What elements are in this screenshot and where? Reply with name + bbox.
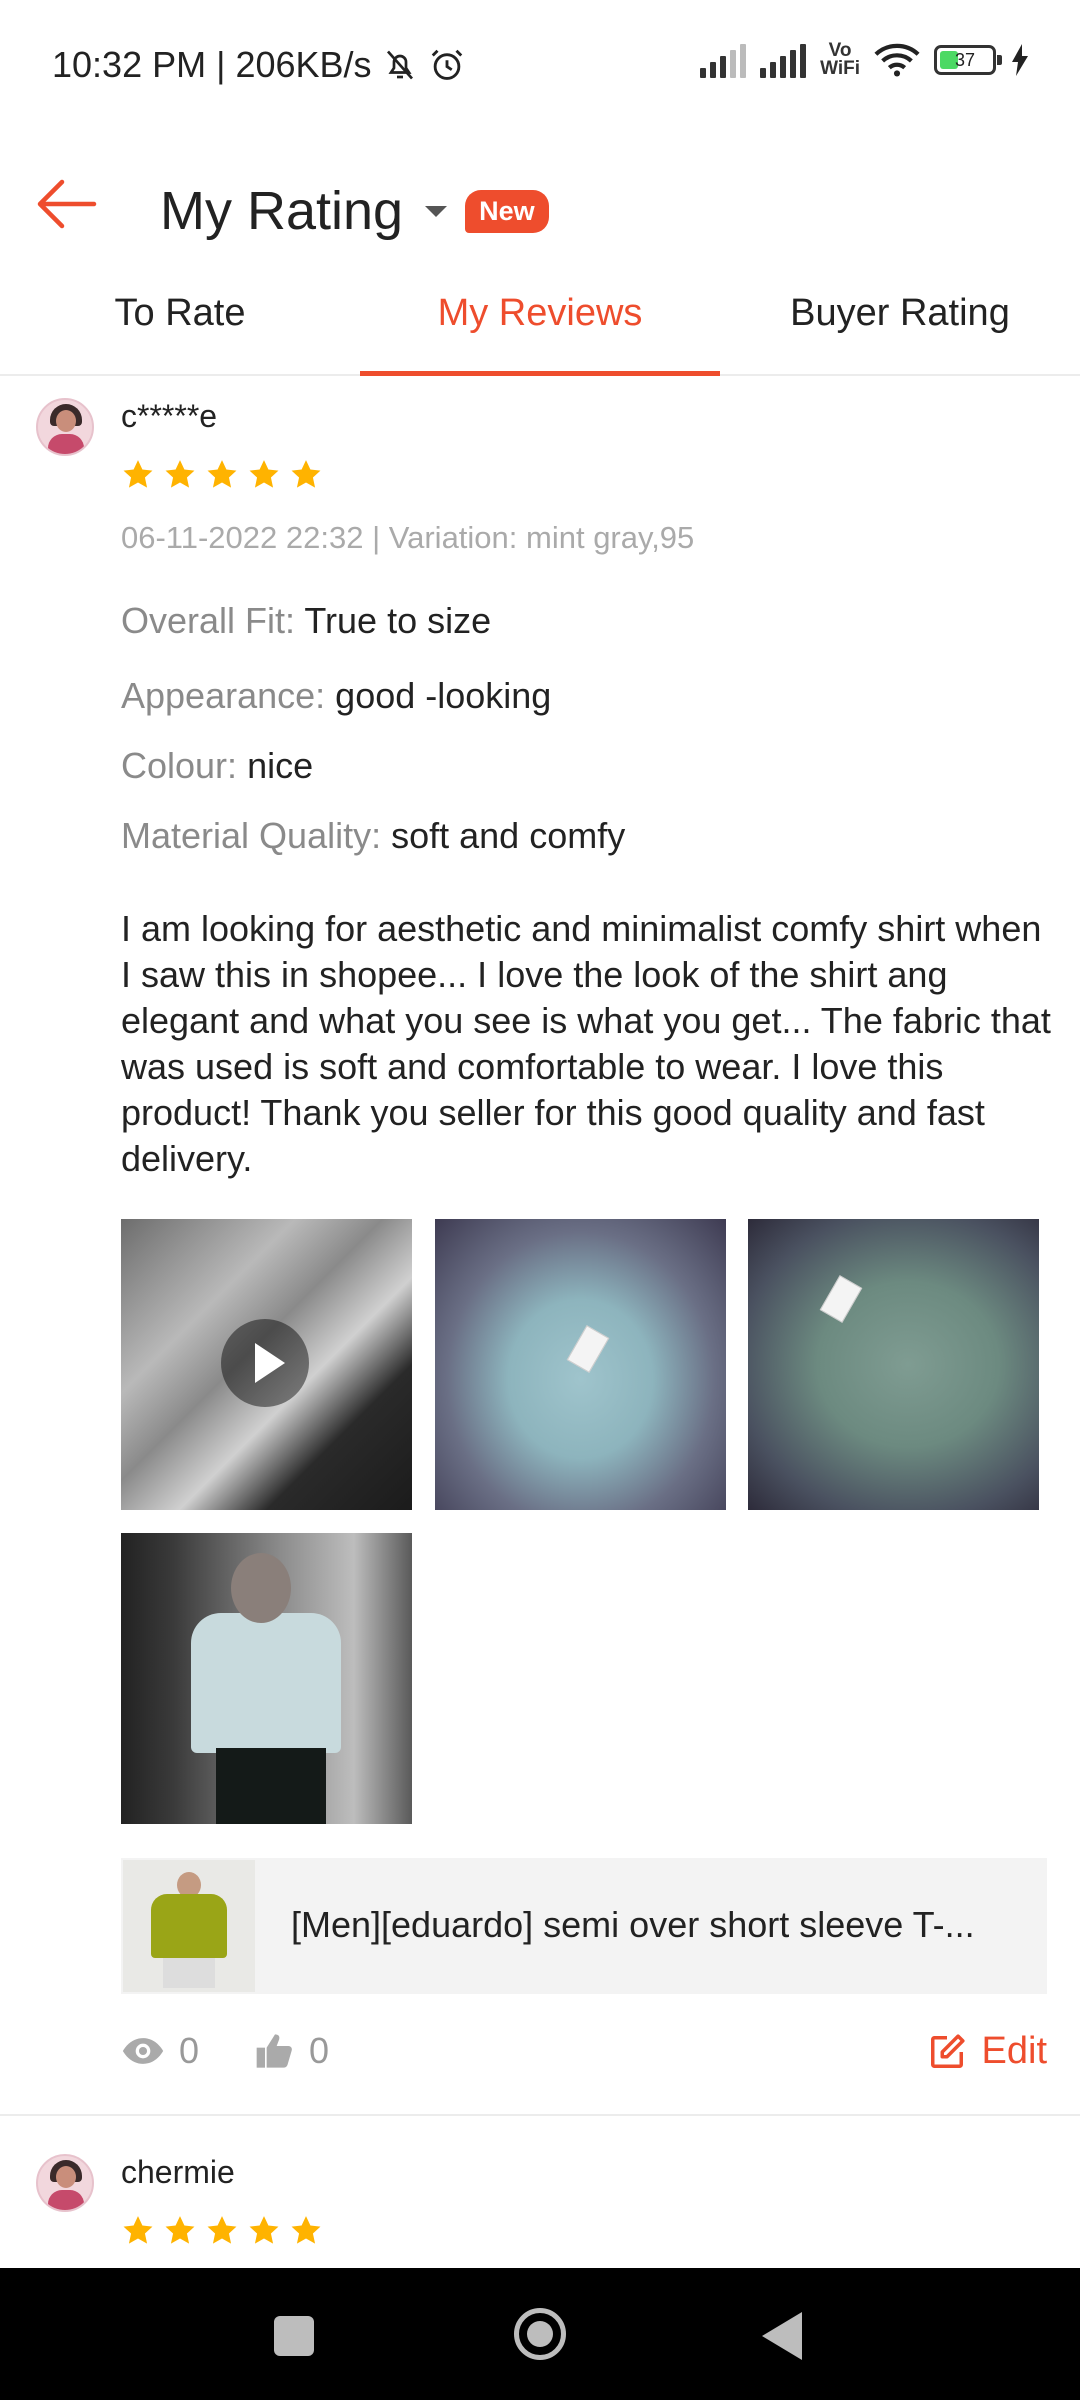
star-icon (249, 2216, 279, 2244)
star-icon (207, 2216, 237, 2244)
home-button[interactable] (514, 2308, 566, 2360)
review-username: chermie (121, 2154, 235, 2190)
recents-button[interactable] (274, 2316, 314, 2356)
review-card: chermie (0, 0, 1080, 2268)
avatar (36, 2154, 94, 2212)
star-icon (165, 2216, 195, 2244)
star-icon (291, 2216, 321, 2244)
back-button[interactable] (762, 2312, 802, 2360)
star-icon (123, 2216, 153, 2244)
star-rating (121, 2214, 323, 2248)
system-nav-bar (0, 2268, 1080, 2400)
